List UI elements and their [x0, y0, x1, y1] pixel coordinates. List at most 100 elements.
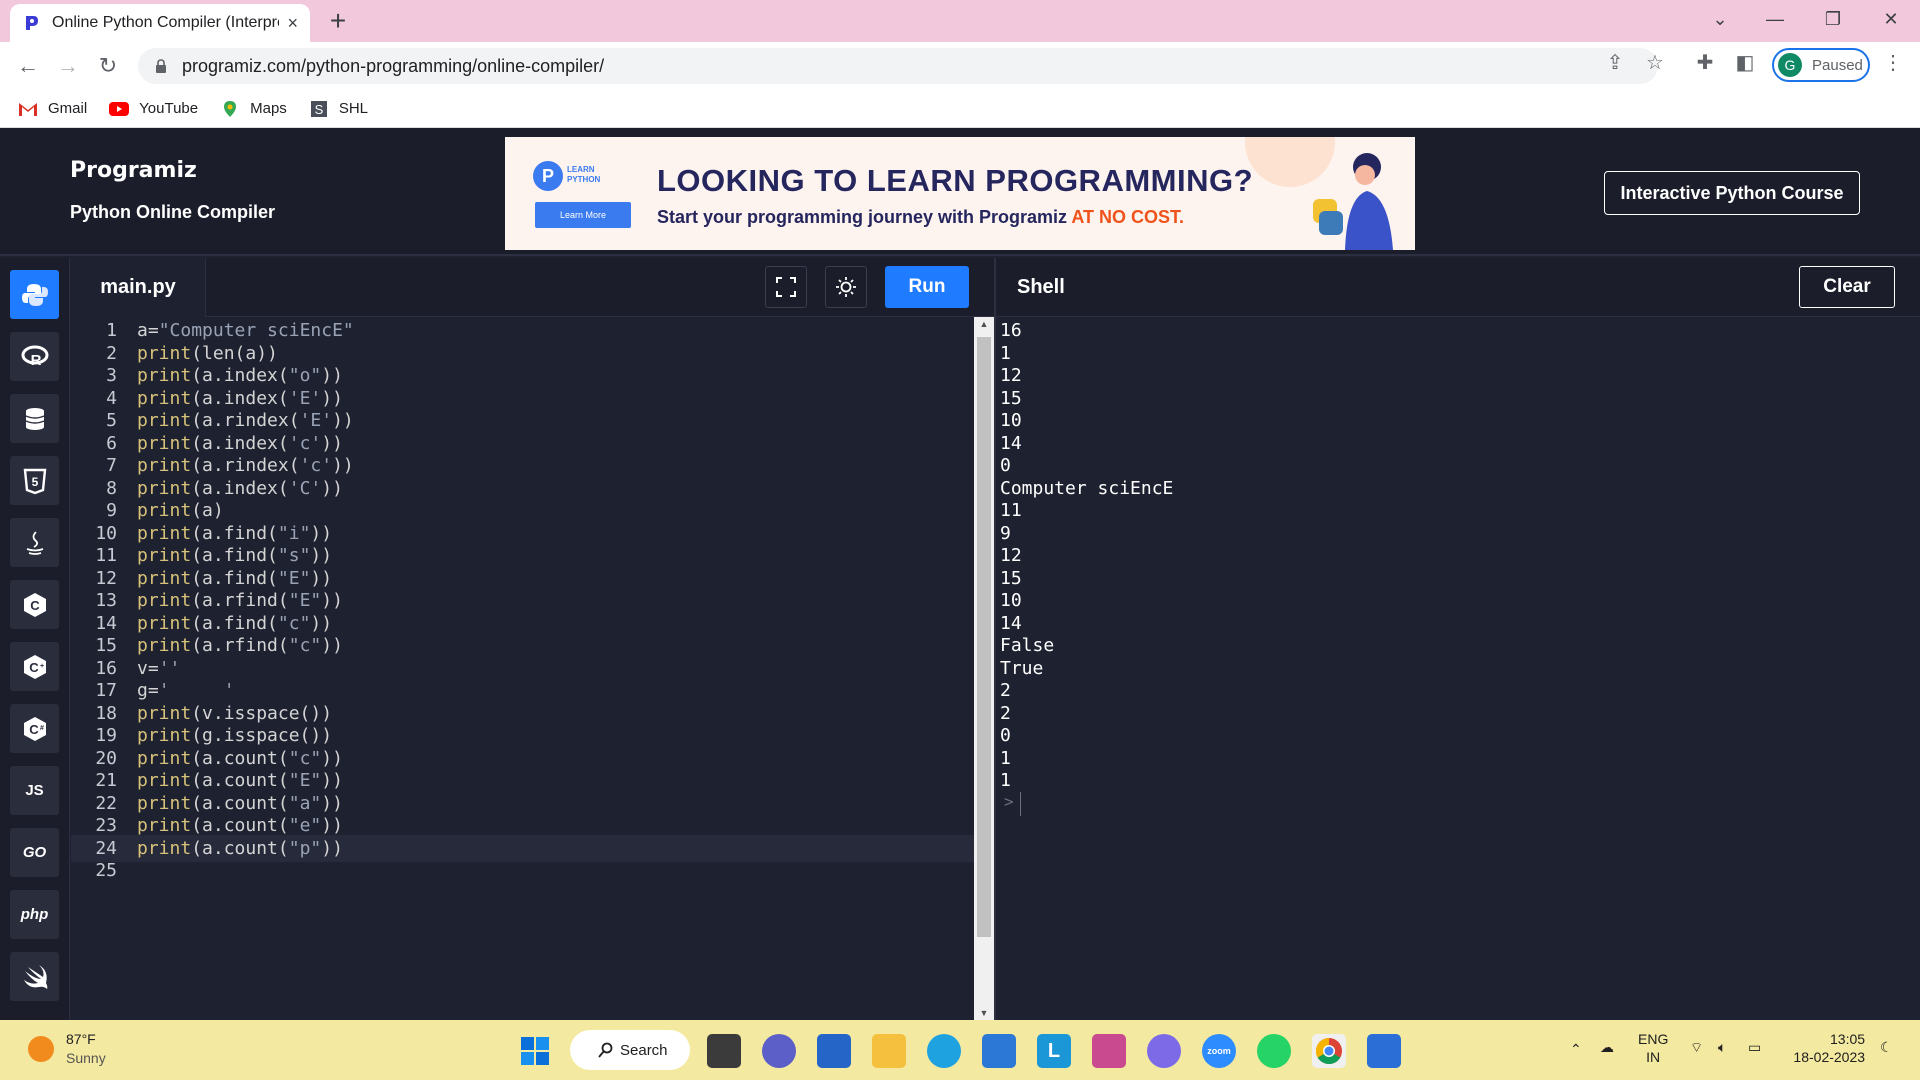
bookmark-maps[interactable]: Maps: [220, 100, 287, 117]
window-close-icon[interactable]: ✕: [1871, 0, 1911, 40]
programiz-logo[interactable]: Programiz: [70, 158, 197, 183]
java-icon[interactable]: [10, 518, 59, 567]
javascript-icon[interactable]: JS: [10, 766, 59, 815]
database-sql-icon[interactable]: [10, 394, 59, 443]
output-line: Computer sciEncE: [1000, 477, 1174, 499]
csharp-icon[interactable]: C #: [10, 704, 59, 753]
html5-icon[interactable]: 5: [10, 456, 59, 505]
restore-icon[interactable]: ❐: [1813, 0, 1853, 40]
scroll-up-icon[interactable]: ▲: [974, 319, 994, 329]
clock[interactable]: 13:05 18-02-2023: [1786, 1030, 1865, 1066]
bookmarks-bar: Gmail YouTube Maps S SHL: [0, 90, 1920, 128]
region-code: IN: [1646, 1049, 1661, 1065]
notepad-icon[interactable]: [1367, 1034, 1401, 1068]
widgets-icon[interactable]: [817, 1034, 851, 1068]
whatsapp-icon[interactable]: [1257, 1034, 1291, 1068]
code-line[interactable]: 25: [71, 857, 974, 885]
svg-text:#: #: [40, 725, 44, 732]
menu-kebab-icon[interactable]: ⋮: [1880, 50, 1906, 76]
share-icon[interactable]: ⇪: [1602, 50, 1628, 76]
php-icon[interactable]: php: [10, 890, 59, 939]
extensions-puzzle-icon[interactable]: ✚: [1692, 50, 1718, 76]
photo-app-icon[interactable]: [1092, 1034, 1126, 1068]
shell-title: Shell: [1017, 276, 1065, 298]
editor-scrollbar[interactable]: ▲ ▼: [974, 317, 994, 1020]
file-explorer-icon[interactable]: [872, 1034, 906, 1068]
file-tab-main-py[interactable]: main.py: [71, 258, 206, 317]
profile-status: Paused: [1812, 56, 1863, 74]
new-tab-button[interactable]: +: [322, 6, 354, 38]
wifi-icon[interactable]: ⌔: [1690, 1038, 1703, 1056]
language-indicator[interactable]: ENG IN: [1638, 1030, 1668, 1066]
minimize-icon[interactable]: —: [1755, 0, 1795, 40]
banner-headline: LOOKING TO LEARN PROGRAMMING?: [657, 163, 1254, 198]
language-code: ENG: [1638, 1031, 1669, 1047]
temperature: 87°F: [66, 1031, 96, 1047]
browser-tab[interactable]: Online Python Compiler (Interpre ×: [10, 4, 310, 42]
notifications-moon-icon[interactable]: ☾: [1880, 1038, 1893, 1056]
theme-toggle-sun-icon[interactable]: [825, 266, 867, 308]
ad-banner[interactable]: P LEARN PYTHON Learn More LOOKING TO LEA…: [505, 137, 1415, 250]
cpp-icon[interactable]: C +: [10, 642, 59, 691]
onedrive-cloud-icon[interactable]: ☁: [1600, 1038, 1614, 1056]
bookmark-star-icon[interactable]: ☆: [1642, 50, 1668, 76]
search-label: Search: [620, 1041, 668, 1059]
scroll-down-icon[interactable]: ▼: [974, 1008, 994, 1018]
bookmark-shl[interactable]: S SHL: [309, 100, 368, 117]
shell-toolbar: Shell Clear: [996, 258, 1920, 317]
site-header: Programiz Python Online Compiler P LEARN…: [0, 128, 1920, 256]
address-bar[interactable]: programiz.com/python-programming/online-…: [138, 48, 1658, 84]
editor-toolbar: main.py Run: [71, 258, 994, 317]
python-icon[interactable]: [10, 270, 59, 319]
badge-line-1: LEARN: [567, 165, 595, 174]
tab-title: Online Python Compiler (Interpre: [52, 14, 280, 31]
scrollbar-thumb[interactable]: [977, 337, 991, 937]
task-view-icon[interactable]: [707, 1034, 741, 1068]
volume-icon[interactable]: 🔈︎: [1718, 1038, 1726, 1056]
r-language-icon[interactable]: R: [10, 332, 59, 381]
copilot-icon[interactable]: [1147, 1034, 1181, 1068]
windows-start-icon[interactable]: [518, 1034, 552, 1068]
svg-text:C: C: [29, 660, 39, 675]
taskbar-search[interactable]: Search: [570, 1030, 690, 1070]
zoom-icon[interactable]: zoom: [1202, 1034, 1236, 1068]
shl-icon: S: [310, 100, 327, 117]
back-arrow-icon[interactable]: ←: [14, 52, 42, 80]
fullscreen-icon[interactable]: [765, 266, 807, 308]
page-title: Python Online Compiler: [70, 202, 276, 222]
code-editor[interactable]: 1 a="Computer sciEncE" 2 print(len(a)) 3 prin…: [71, 317, 974, 1020]
tab-search-chevron-icon[interactable]: ⌄: [1700, 0, 1740, 40]
bookmark-youtube[interactable]: YouTube: [109, 100, 198, 117]
forward-arrow-icon[interactable]: →: [54, 52, 82, 80]
bookmark-label: Maps: [250, 100, 287, 117]
mail-icon[interactable]: [982, 1034, 1016, 1068]
output-line: 1: [1000, 770, 1011, 791]
weather-widget[interactable]: 87°F Sunny: [28, 1030, 106, 1068]
badge-line-2: PYTHON: [567, 175, 601, 184]
svg-text:C: C: [30, 598, 40, 613]
edge-browser-icon[interactable]: [927, 1034, 961, 1068]
svg-text:5: 5: [31, 475, 38, 489]
learn-more-button[interactable]: Learn More: [535, 202, 631, 228]
bookmark-gmail[interactable]: Gmail: [18, 100, 87, 117]
programiz-favicon-icon: [26, 16, 38, 30]
side-panel-icon[interactable]: ◧: [1732, 50, 1758, 76]
shell-prompt[interactable]: >: [1004, 792, 1014, 811]
avatar: G: [1778, 53, 1802, 77]
run-button[interactable]: Run: [885, 266, 969, 308]
reload-icon[interactable]: ↻: [94, 52, 122, 80]
show-hidden-icons-chevron-icon[interactable]: ⌃: [1570, 1040, 1582, 1058]
interactive-course-button[interactable]: Interactive Python Course: [1604, 171, 1860, 215]
clock-date: 18-02-2023: [1793, 1049, 1866, 1065]
l-app-icon[interactable]: L: [1037, 1034, 1071, 1068]
close-icon[interactable]: ×: [287, 13, 298, 34]
go-icon[interactable]: GO: [10, 828, 59, 877]
clear-button[interactable]: Clear: [1799, 266, 1895, 308]
profile-button[interactable]: G Paused: [1772, 48, 1870, 82]
c-language-icon[interactable]: C: [10, 580, 59, 629]
chrome-icon[interactable]: [1312, 1034, 1346, 1068]
teams-chat-icon[interactable]: [762, 1034, 796, 1068]
swift-icon[interactable]: [10, 952, 59, 1001]
battery-icon[interactable]: ▭: [1748, 1038, 1761, 1056]
shell-output[interactable]: 16 1 12 15 10 14 0 Computer sciEncE 11 9 12 15 10 14 F…: [996, 317, 1920, 1020]
